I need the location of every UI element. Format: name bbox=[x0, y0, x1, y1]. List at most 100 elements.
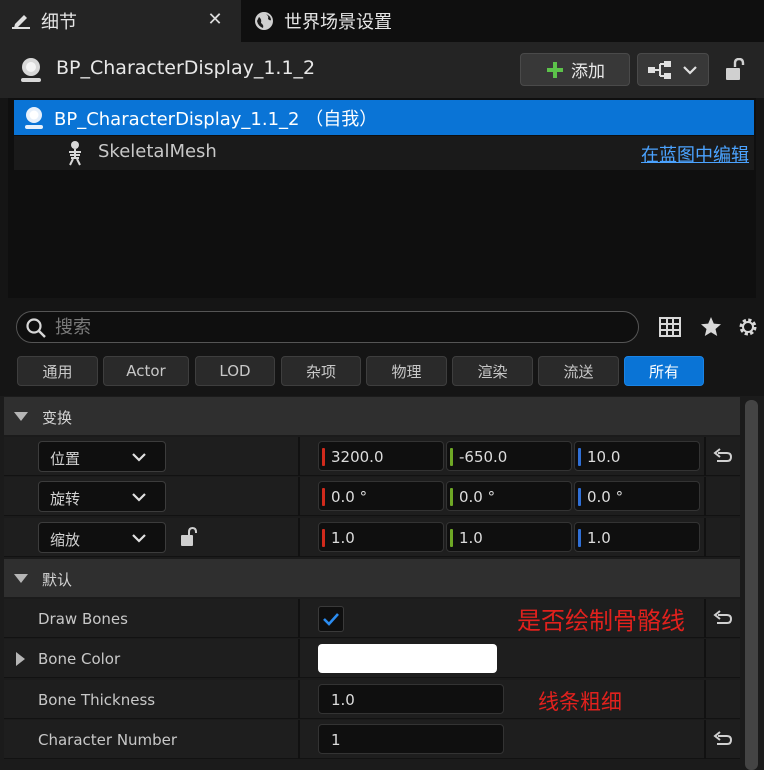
add-component-button[interactable]: 添加 bbox=[520, 53, 630, 86]
x-axis-marker bbox=[322, 529, 325, 547]
column-divider bbox=[298, 680, 300, 719]
tab-details[interactable]: 细节 ✕ bbox=[0, 0, 241, 42]
annotation-thickness: 线条粗细 bbox=[538, 690, 622, 714]
unlock-icon[interactable] bbox=[179, 527, 199, 547]
property-label: Character Number bbox=[38, 731, 178, 749]
globe-icon bbox=[255, 12, 273, 30]
chevron-down-icon bbox=[132, 534, 146, 543]
filter-rendering[interactable]: 渲染 bbox=[452, 356, 533, 386]
scale-x-field[interactable]: 1.0 bbox=[318, 522, 444, 552]
component-tree: BP_CharacterDisplay_1.1_2 （自我） SkeletalM… bbox=[8, 98, 756, 298]
bone-color-swatch[interactable] bbox=[318, 644, 497, 673]
rotation-z-field[interactable]: 0.0 ° bbox=[574, 481, 700, 511]
reset-arrow-icon[interactable] bbox=[712, 447, 734, 467]
reset-arrow-icon[interactable] bbox=[712, 730, 734, 750]
chevron-down-icon bbox=[683, 66, 697, 75]
draw-bones-checkbox[interactable] bbox=[318, 606, 344, 632]
y-axis-marker bbox=[450, 448, 453, 466]
y-axis-marker bbox=[450, 488, 453, 506]
star-icon[interactable] bbox=[699, 315, 723, 339]
filter-physics[interactable]: 物理 bbox=[366, 356, 447, 386]
component-row-self[interactable]: BP_CharacterDisplay_1.1_2 （自我） bbox=[14, 100, 754, 135]
scale-mode-dropdown[interactable]: 缩放 bbox=[38, 522, 166, 553]
column-divider bbox=[298, 720, 300, 759]
bone-thickness-field[interactable]: 1.0 bbox=[318, 684, 504, 714]
scale-y-field[interactable]: 1.0 bbox=[446, 522, 572, 552]
column-divider bbox=[298, 518, 300, 557]
scale-z-field[interactable]: 1.0 bbox=[574, 522, 700, 552]
component-self-label: BP_CharacterDisplay_1.1_2 （自我） bbox=[54, 108, 378, 130]
search-icon bbox=[26, 318, 46, 338]
checkmark-icon bbox=[323, 613, 339, 626]
category-label: 默认 bbox=[42, 571, 73, 589]
tab-label: 细节 bbox=[41, 12, 77, 33]
x-axis-marker bbox=[322, 488, 325, 506]
column-divider bbox=[704, 437, 706, 476]
filter-all[interactable]: 所有 bbox=[624, 356, 704, 386]
column-divider bbox=[298, 477, 300, 516]
field-value: 10.0 bbox=[587, 448, 621, 466]
dropdown-value: 位置 bbox=[50, 450, 81, 468]
search-input[interactable] bbox=[55, 314, 615, 340]
search-field[interactable] bbox=[16, 311, 639, 343]
category-transform[interactable]: 变换 bbox=[4, 397, 740, 435]
property-label: Draw Bones bbox=[38, 610, 128, 628]
column-divider bbox=[704, 599, 706, 638]
location-mode-dropdown[interactable]: 位置 bbox=[38, 441, 166, 472]
z-axis-marker bbox=[578, 488, 581, 506]
gear-icon[interactable] bbox=[736, 315, 760, 339]
component-row-skeletal-mesh[interactable]: SkeletalMesh 在蓝图中编辑 bbox=[14, 136, 754, 170]
field-value: 1 bbox=[331, 731, 341, 749]
collapse-arrow-icon bbox=[14, 412, 28, 421]
column-divider bbox=[704, 680, 706, 719]
tab-bar: 细节 ✕ 世界场景设置 bbox=[0, 0, 764, 42]
edit-in-blueprint-link[interactable]: 在蓝图中编辑 bbox=[641, 141, 749, 167]
add-button-label: 添加 bbox=[571, 62, 605, 82]
column-divider bbox=[298, 437, 300, 476]
rotation-mode-dropdown[interactable]: 旋转 bbox=[38, 481, 166, 512]
column-divider bbox=[704, 639, 706, 678]
close-icon[interactable]: ✕ bbox=[204, 9, 226, 30]
actor-icon bbox=[25, 106, 43, 129]
category-default[interactable]: 默认 bbox=[4, 559, 740, 597]
skeleton-icon bbox=[69, 141, 81, 166]
property-bone-thickness: Bone Thickness 1.0 bbox=[4, 680, 740, 719]
rotation-y-field[interactable]: 0.0 ° bbox=[446, 481, 572, 511]
field-value: 1.0 bbox=[587, 529, 611, 547]
field-value: 1.0 bbox=[459, 529, 483, 547]
pencil-icon bbox=[12, 15, 30, 29]
table-view-icon[interactable] bbox=[658, 315, 682, 339]
location-z-field[interactable]: 10.0 bbox=[574, 441, 700, 471]
actor-icon bbox=[21, 58, 41, 82]
expand-arrow-icon[interactable] bbox=[16, 652, 25, 666]
reset-arrow-icon[interactable] bbox=[712, 609, 734, 629]
tab-world-settings[interactable]: 世界场景设置 bbox=[243, 0, 443, 42]
plus-icon bbox=[547, 61, 563, 78]
rotation-x-field[interactable]: 0.0 ° bbox=[318, 481, 444, 511]
unlock-icon[interactable] bbox=[724, 58, 746, 82]
collapse-arrow-icon bbox=[14, 574, 28, 583]
hierarchy-icon bbox=[648, 61, 671, 79]
filter-misc[interactable]: 杂项 bbox=[281, 356, 361, 386]
filter-streaming[interactable]: 流送 bbox=[538, 356, 619, 386]
field-value: 0.0 ° bbox=[459, 488, 496, 506]
z-axis-marker bbox=[578, 448, 581, 466]
chevron-down-icon bbox=[132, 493, 146, 502]
actor-title: BP_CharacterDisplay_1.1_2 bbox=[56, 57, 316, 79]
column-divider bbox=[704, 720, 706, 759]
property-label: Bone Color bbox=[38, 650, 121, 668]
filter-lod[interactable]: LOD bbox=[195, 356, 275, 386]
category-label: 变换 bbox=[42, 409, 73, 427]
property-label: Bone Thickness bbox=[38, 691, 156, 709]
location-y-field[interactable]: -650.0 bbox=[446, 441, 572, 471]
hierarchy-dropdown-button[interactable] bbox=[637, 53, 709, 86]
filter-general[interactable]: 通用 bbox=[17, 356, 98, 386]
dropdown-value: 旋转 bbox=[50, 490, 81, 508]
character-number-field[interactable]: 1 bbox=[318, 724, 504, 754]
location-x-field[interactable]: 3200.0 bbox=[318, 441, 444, 471]
filter-actor[interactable]: Actor bbox=[103, 356, 189, 386]
tab-label: 世界场景设置 bbox=[284, 12, 392, 33]
scrollbar-thumb[interactable] bbox=[745, 400, 758, 770]
skeletal-mesh-label: SkeletalMesh bbox=[98, 141, 217, 162]
property-bone-color: Bone Color bbox=[4, 639, 740, 678]
